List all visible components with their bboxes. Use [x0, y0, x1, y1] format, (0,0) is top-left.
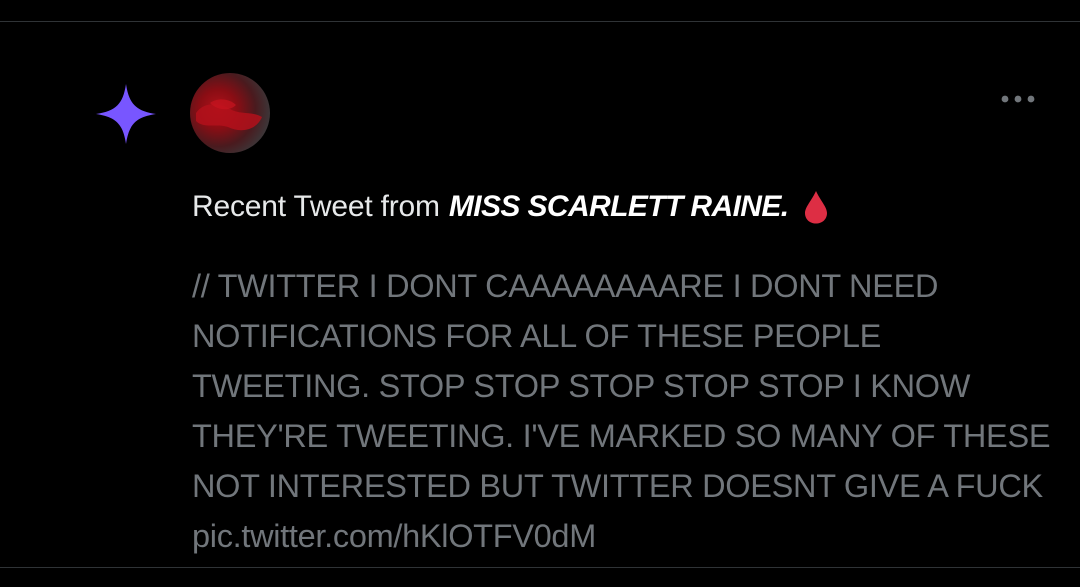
- drop-of-blood-icon: [804, 191, 827, 224]
- avatar[interactable]: [190, 73, 270, 153]
- headline-prefix: Recent Tweet from: [192, 190, 440, 223]
- more-options-icon: [1001, 95, 1035, 103]
- tweet-text[interactable]: // TWITTER I DONT CAAAAAAAARE I DONT NEE…: [192, 261, 1052, 561]
- bottom-divider: [0, 567, 1080, 568]
- notification-item[interactable]: Recent Tweet from MISS SCARLETT RAINE. /…: [0, 22, 1080, 567]
- sparkle-icon: [88, 76, 164, 152]
- tweet-body: // TWITTER I DONT CAAAAAAAARE I DONT NEE…: [192, 268, 1059, 504]
- notification-headline: Recent Tweet from MISS SCARLETT RAINE.: [192, 185, 829, 229]
- pic-link[interactable]: pic.twitter.com/hKlOTFV0dM: [192, 518, 596, 554]
- more-options-button[interactable]: [998, 84, 1038, 114]
- user-name-link[interactable]: MISS SCARLETT RAINE.: [449, 190, 789, 224]
